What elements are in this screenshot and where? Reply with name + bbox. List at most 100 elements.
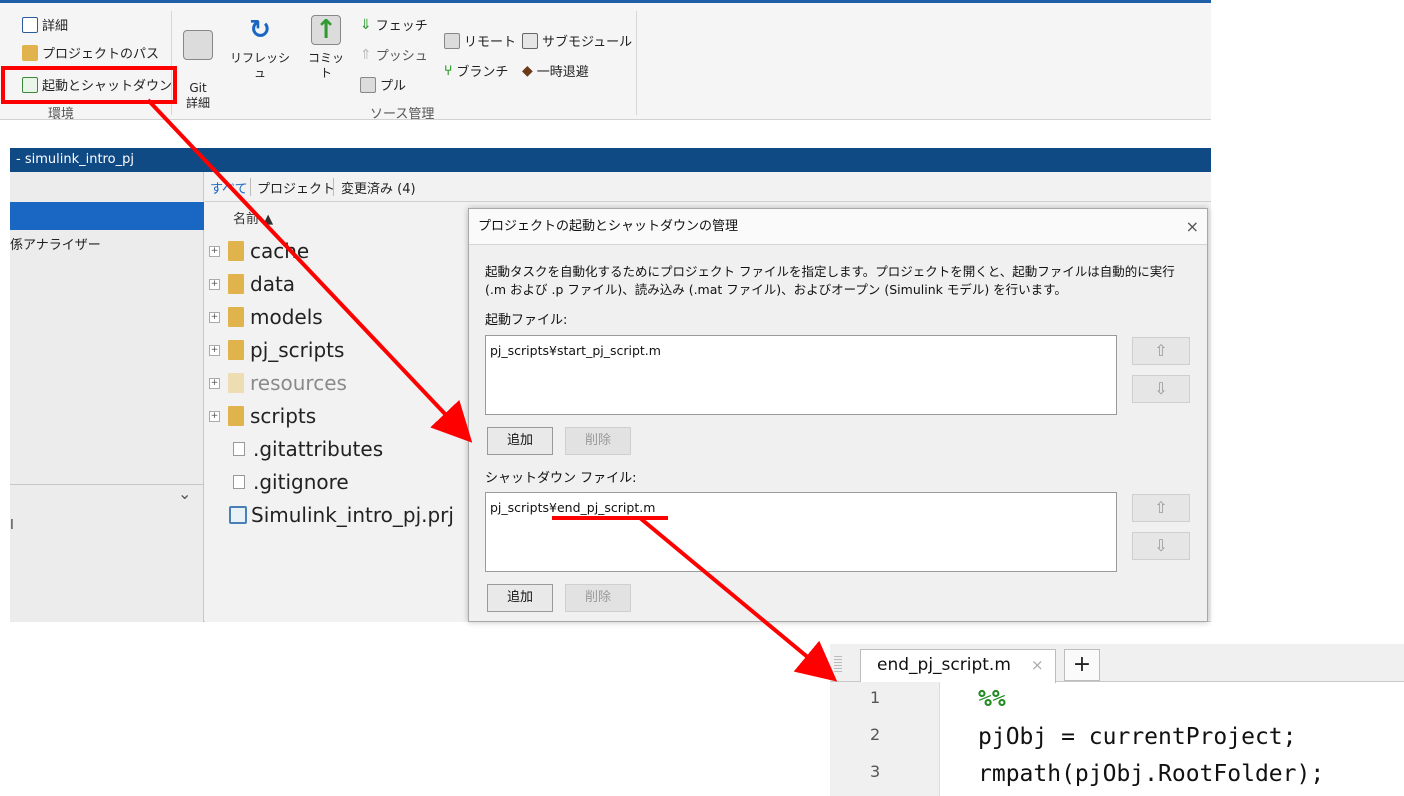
- expand-icon[interactable]: +: [209, 377, 220, 389]
- list-item[interactable]: + cache: [205, 236, 309, 266]
- grip-icon[interactable]: [834, 654, 842, 672]
- details-label: 詳細: [42, 19, 69, 34]
- commit-icon: ↑: [311, 15, 341, 45]
- list-item[interactable]: pj_scripts¥start_pj_script.m: [490, 343, 1112, 358]
- pull-button[interactable]: プル: [360, 75, 406, 94]
- project-path-button[interactable]: プロジェクトのパス: [22, 43, 159, 62]
- fetch-icon: ⇓: [360, 16, 372, 33]
- close-icon[interactable]: ×: [1186, 217, 1199, 236]
- expand-icon[interactable]: +: [209, 410, 220, 422]
- editor-tab-label: end_pj_script.m: [877, 655, 1011, 675]
- branch-label: ブランチ: [456, 65, 509, 80]
- code-line[interactable]: rmpath(pjObj.RootFolder);: [978, 761, 1324, 787]
- file-name: data: [250, 272, 296, 296]
- name-column-header[interactable]: 名前 ▲: [233, 208, 273, 227]
- code-line[interactable]: pjObj = currentProject;: [978, 724, 1297, 750]
- left-pane-divider: [10, 484, 204, 485]
- stash-icon: ◆: [522, 62, 533, 79]
- git-details-icon: [183, 30, 213, 60]
- folder-icon: [228, 373, 244, 393]
- line-number: 1: [870, 688, 881, 707]
- file-name: cache: [250, 239, 310, 263]
- left-pane-selected-item[interactable]: [10, 202, 204, 230]
- list-item[interactable]: Simulink_intro_pj.prj: [205, 500, 454, 530]
- folder-path-icon: [22, 44, 38, 61]
- file-name: .gitattributes: [253, 437, 384, 461]
- file-name: models: [250, 305, 323, 329]
- folder-icon: [228, 340, 244, 360]
- project-path-label: プロジェクトのパス: [42, 47, 160, 62]
- list-item[interactable]: .gitattributes: [205, 434, 383, 464]
- project-title-bar: - simulink_intro_pj: [10, 148, 1211, 172]
- add-startup-button[interactable]: 追加: [487, 427, 553, 455]
- editor-tab[interactable]: end_pj_script.m ×: [860, 649, 1056, 683]
- file-name: scripts: [250, 404, 317, 428]
- file-icon: [233, 475, 245, 489]
- pull-label: プル: [380, 79, 407, 94]
- list-item[interactable]: + models: [205, 302, 323, 332]
- tab-divider: [333, 178, 334, 196]
- push-button[interactable]: ⇑ プッシュ: [360, 45, 428, 65]
- tab-modified[interactable]: 変更済み (4): [341, 178, 416, 197]
- add-shutdown-button[interactable]: 追加: [487, 584, 553, 612]
- toolstrip-ribbon: 詳細 プロジェクトのパス 起動とシャットダウン 環境 Git 詳細 ↻ リフレッ…: [0, 0, 1211, 122]
- expand-icon[interactable]: +: [209, 344, 220, 356]
- details-icon: [22, 16, 38, 33]
- list-item[interactable]: + scripts: [205, 401, 316, 431]
- tab-divider: [250, 178, 251, 196]
- highlight-box: [1, 66, 177, 104]
- submodule-button[interactable]: サブモジュール: [522, 31, 632, 50]
- remote-label: リモート: [464, 35, 517, 50]
- tab-all[interactable]: すべて: [210, 178, 248, 197]
- refresh-button[interactable]: ↻ リフレッシュ: [227, 15, 293, 81]
- push-label: プッシュ: [375, 49, 428, 64]
- project-tabs: すべて プロジェクト 変更済み (4): [205, 172, 1211, 202]
- file-name: resources: [250, 371, 347, 395]
- stash-button[interactable]: ◆ 一時退避: [522, 61, 589, 81]
- fetch-label: フェッチ: [375, 19, 428, 34]
- startup-files-label: 起動ファイル:: [485, 313, 568, 328]
- list-item[interactable]: + resources: [205, 368, 347, 398]
- close-icon[interactable]: ×: [1031, 650, 1044, 680]
- expand-icon[interactable]: +: [209, 278, 220, 290]
- branch-icon: ⑂: [444, 62, 453, 79]
- project-file-icon: [229, 506, 247, 524]
- commit-button[interactable]: ↑ コミット: [304, 15, 348, 81]
- line-number: 3: [870, 762, 881, 781]
- branch-button[interactable]: ⑂ ブランチ: [444, 61, 509, 81]
- list-item[interactable]: pj_scripts¥end_pj_script.m: [490, 500, 1112, 515]
- code-editor: end_pj_script.m × + 1 2 3 %% pjObj = cur…: [830, 644, 1404, 796]
- editor-tab-bar: end_pj_script.m × +: [830, 644, 1404, 683]
- remove-shutdown-button[interactable]: 削除: [565, 584, 631, 612]
- list-item[interactable]: + data: [205, 269, 295, 299]
- tab-project[interactable]: プロジェクト: [257, 178, 335, 197]
- pull-icon: [360, 76, 376, 93]
- fetch-button[interactable]: ⇓ フェッチ: [360, 15, 428, 35]
- expand-icon[interactable]: +: [209, 245, 220, 257]
- left-pane-text: I: [10, 518, 14, 533]
- folder-icon: [228, 274, 244, 294]
- file-name: Simulink_intro_pj.prj: [251, 503, 454, 527]
- move-down-button[interactable]: ⇩: [1132, 375, 1190, 403]
- remote-icon: [444, 32, 460, 49]
- move-up-button[interactable]: ⇧: [1132, 494, 1190, 522]
- submodule-icon: [522, 32, 538, 49]
- shutdown-files-list[interactable]: pj_scripts¥end_pj_script.m: [485, 492, 1117, 572]
- remove-startup-button[interactable]: 削除: [565, 427, 631, 455]
- remote-button[interactable]: リモート: [444, 31, 516, 50]
- startup-files-list[interactable]: pj_scripts¥start_pj_script.m: [485, 335, 1117, 415]
- list-item[interactable]: + pj_scripts: [205, 335, 344, 365]
- push-icon: ⇑: [360, 46, 372, 63]
- git-details-button[interactable]: Git 詳細: [182, 15, 214, 111]
- move-down-button[interactable]: ⇩: [1132, 532, 1190, 560]
- ribbon-separator: [636, 11, 637, 115]
- folder-icon: [228, 406, 244, 426]
- details-button[interactable]: 詳細: [22, 15, 68, 34]
- expand-icon[interactable]: +: [209, 311, 220, 323]
- new-tab-button[interactable]: +: [1064, 649, 1100, 681]
- left-pane-item[interactable]: 係アナライザー: [10, 234, 101, 253]
- chevron-down-icon[interactable]: ⌄: [178, 484, 191, 503]
- move-up-button[interactable]: ⇧: [1132, 337, 1190, 365]
- code-line[interactable]: %%: [978, 686, 1006, 712]
- list-item[interactable]: .gitignore: [205, 467, 349, 497]
